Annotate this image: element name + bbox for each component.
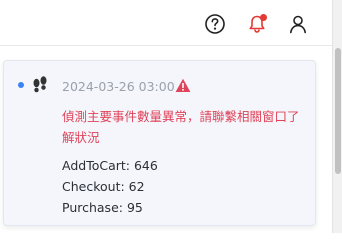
metric-checkout: Checkout: 62 xyxy=(62,179,145,194)
unread-indicator xyxy=(18,82,24,88)
vertical-scrollbar[interactable] xyxy=(332,0,342,233)
app-viewport: 2024-03-26 03:00 偵測主要事件數量異常，請聯繫相關窗口了解狀況 … xyxy=(0,0,342,233)
metric-purchase: Purchase: 95 xyxy=(62,200,143,215)
notification-timestamp: 2024-03-26 03:00 xyxy=(62,79,175,94)
user-icon[interactable] xyxy=(287,13,309,35)
top-header xyxy=(0,0,332,46)
notification-badge xyxy=(260,14,267,21)
scrollbar-thumb[interactable] xyxy=(335,48,341,174)
metric-list: AddToCart: 646 Checkout: 62 Purchase: 95 xyxy=(62,155,302,218)
notification-message: 偵測主要事件數量異常，請聯繫相關窗口了解狀況 xyxy=(62,109,300,145)
warning-triangle-icon xyxy=(175,78,191,93)
footprints-icon xyxy=(30,75,50,95)
notification-popover: 2024-03-26 03:00 偵測主要事件數量異常，請聯繫相關窗口了解狀況 … xyxy=(3,60,316,226)
notification-bell-icon[interactable] xyxy=(246,13,268,35)
metric-addtocart: AddToCart: 646 xyxy=(62,158,158,173)
help-icon[interactable] xyxy=(204,13,226,35)
